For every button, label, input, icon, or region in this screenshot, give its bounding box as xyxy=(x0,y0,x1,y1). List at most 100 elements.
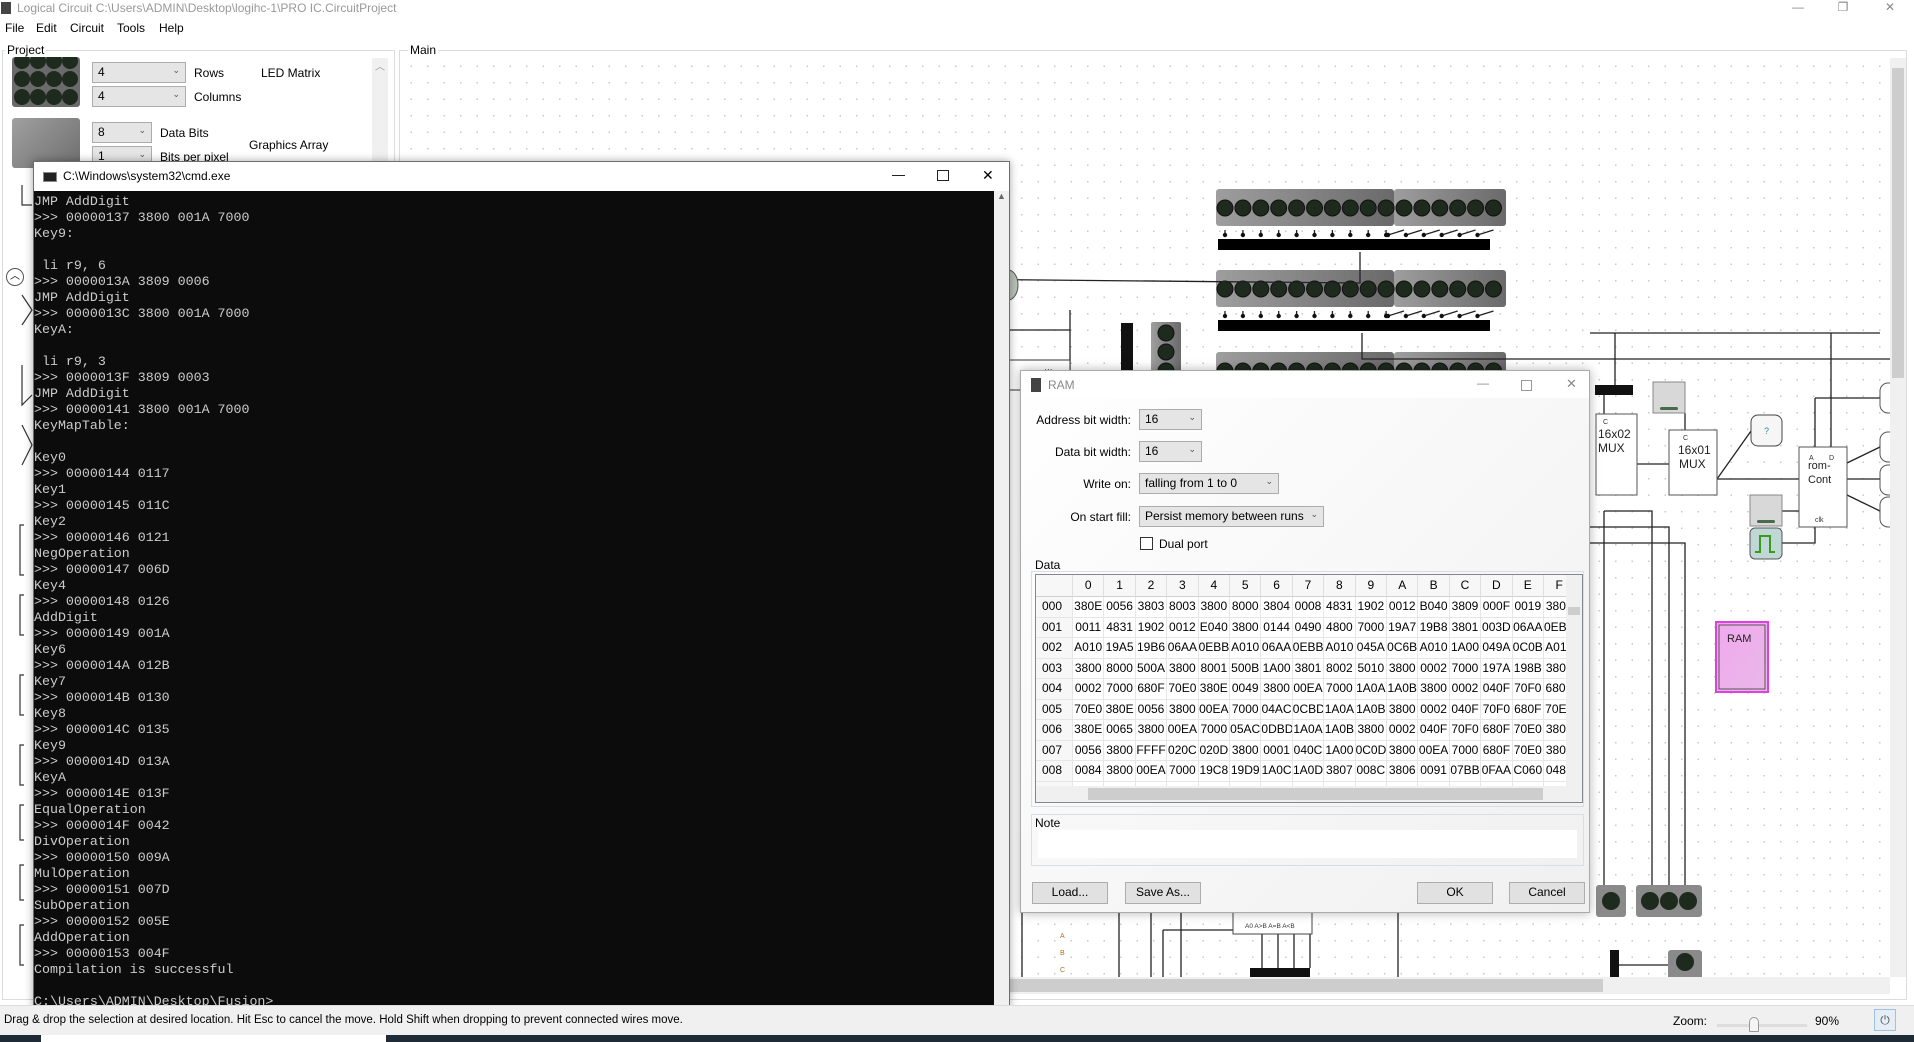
memory-cell[interactable]: 1A0A xyxy=(1355,679,1387,700)
memory-cell[interactable]: 00EA xyxy=(1198,699,1230,720)
memory-cell[interactable]: 8000 xyxy=(1104,658,1136,679)
menu-circuit[interactable]: Circuit xyxy=(70,21,104,35)
memory-cell[interactable]: 680F xyxy=(1481,720,1513,741)
memory-cell[interactable]: 4800 xyxy=(1324,617,1356,638)
memory-cell[interactable]: 70E0 xyxy=(1167,679,1199,700)
memory-cell[interactable]: 7000 xyxy=(1198,720,1230,741)
memory-cell[interactable]: 680F xyxy=(1481,740,1513,761)
menu-file[interactable]: File xyxy=(5,21,24,35)
memory-cell[interactable]: 70E0 xyxy=(1073,699,1105,720)
memory-cell[interactable]: 0012 xyxy=(1387,597,1419,618)
memory-cell[interactable]: 0001 xyxy=(1261,740,1293,761)
table-vertical-scrollbar[interactable] xyxy=(1566,575,1582,786)
load-button[interactable]: Load... xyxy=(1032,882,1108,904)
memory-cell[interactable]: 0056 xyxy=(1135,699,1168,720)
memory-cell[interactable]: 8002 xyxy=(1324,658,1356,679)
memory-cell[interactable]: 3800 xyxy=(1418,679,1450,700)
ok-button[interactable]: OK xyxy=(1417,882,1493,904)
table-horizontal-scrollbar[interactable] xyxy=(1036,786,1582,802)
memory-cell[interactable]: 0019 xyxy=(1512,597,1544,618)
memory-table[interactable]: 0 1 2 3 4 5 6 7 8 9 A B C D E F 000 380E 0056 3803 8003 3800 8… xyxy=(1035,574,1583,803)
memory-cell[interactable]: 040C xyxy=(1292,740,1325,761)
memory-cell[interactable]: 00EA xyxy=(1135,761,1168,782)
memory-cell[interactable]: 380E xyxy=(1073,720,1105,741)
memory-cell[interactable]: 3800 xyxy=(1387,699,1419,720)
memory-cell[interactable]: 70F0 xyxy=(1512,679,1544,700)
memory-cell[interactable]: 1A00 xyxy=(1449,638,1482,659)
memory-cell[interactable]: 0002 xyxy=(1387,720,1419,741)
memory-cell[interactable]: 3801 xyxy=(1292,658,1325,679)
memory-cell[interactable]: 3809 xyxy=(1449,597,1482,618)
memory-cell[interactable]: 3800 xyxy=(1387,740,1419,761)
on-start-fill-select[interactable]: Persist memory between runs ⌄ xyxy=(1139,506,1324,527)
cancel-button[interactable]: Cancel xyxy=(1509,882,1585,904)
memory-cell[interactable]: 7000 xyxy=(1449,740,1482,761)
close-button[interactable]: ✕ xyxy=(1875,0,1905,16)
memory-cell[interactable]: 003D xyxy=(1481,617,1513,638)
memory-cell[interactable]: 70F0 xyxy=(1449,720,1482,741)
memory-cell[interactable]: 3800 xyxy=(1261,679,1293,700)
ram-maximize-button[interactable] xyxy=(1521,380,1532,391)
rows-select[interactable]: 4 ⌄ xyxy=(92,62,186,83)
memory-cell[interactable]: 19B8 xyxy=(1418,617,1450,638)
memory-cell[interactable]: 0C0B xyxy=(1512,638,1544,659)
memory-cell[interactable]: 07BB xyxy=(1449,761,1482,782)
memory-cell[interactable]: 198B xyxy=(1512,658,1544,679)
memory-cell[interactable]: 7000 xyxy=(1230,699,1262,720)
memory-cell[interactable]: 040F xyxy=(1481,679,1513,700)
note-input[interactable] xyxy=(1038,830,1577,858)
memory-cell[interactable]: 020C xyxy=(1167,740,1199,761)
memory-cell[interactable]: 3800 xyxy=(1230,740,1262,761)
memory-cell[interactable]: 1A00 xyxy=(1324,740,1356,761)
memory-cell[interactable]: 0012 xyxy=(1167,617,1199,638)
memory-cell[interactable]: 06AA xyxy=(1261,638,1293,659)
memory-cell[interactable]: 045A xyxy=(1355,638,1387,659)
dual-port-checkbox[interactable] xyxy=(1140,537,1153,550)
memory-cell[interactable]: 049A xyxy=(1481,638,1513,659)
memory-cell[interactable]: 040F xyxy=(1418,720,1450,741)
memory-cell[interactable]: 0FAA xyxy=(1481,761,1513,782)
memory-cell[interactable]: 0DBD xyxy=(1261,720,1293,741)
memory-cell[interactable]: 0049 xyxy=(1230,679,1262,700)
menu-tools[interactable]: Tools xyxy=(117,21,145,35)
memory-cell[interactable]: 70E0 xyxy=(1512,720,1544,741)
memory-cell[interactable]: 0065 xyxy=(1104,720,1136,741)
memory-cell[interactable]: 3803 xyxy=(1135,597,1168,618)
memory-cell[interactable]: 020D xyxy=(1198,740,1230,761)
memory-cell[interactable]: 70E0 xyxy=(1512,740,1544,761)
memory-cell[interactable]: 1A0D xyxy=(1292,761,1325,782)
memory-cell[interactable]: 7000 xyxy=(1355,617,1387,638)
memory-cell[interactable]: 3800 xyxy=(1073,658,1105,679)
memory-cell[interactable]: 1A0C xyxy=(1261,761,1293,782)
memory-cell[interactable]: 06AA xyxy=(1512,617,1544,638)
memory-cell[interactable]: 008C xyxy=(1355,761,1387,782)
memory-cell[interactable]: 0490 xyxy=(1292,617,1325,638)
memory-cell[interactable]: A010 xyxy=(1073,638,1105,659)
memory-cell[interactable]: 3800 xyxy=(1135,720,1168,741)
menu-edit[interactable]: Edit xyxy=(36,21,57,35)
memory-cell[interactable]: 3801 xyxy=(1449,617,1482,638)
memory-cell[interactable]: 0EBB xyxy=(1292,638,1325,659)
save-as-button[interactable]: Save As... xyxy=(1125,882,1201,904)
memory-cell[interactable]: 5010 xyxy=(1355,658,1387,679)
memory-cell[interactable]: 4831 xyxy=(1324,597,1356,618)
write-on-select[interactable]: falling from 1 to 0 ⌄ xyxy=(1139,473,1279,494)
memory-cell[interactable]: 05AC xyxy=(1230,720,1262,741)
canvas-vertical-scrollbar[interactable] xyxy=(1890,58,1906,977)
memory-cell[interactable]: 000F xyxy=(1481,597,1513,618)
cmd-scrollbar[interactable]: ▲ xyxy=(994,191,1009,1007)
memory-cell[interactable]: 7000 xyxy=(1324,679,1356,700)
restore-button[interactable]: ❐ xyxy=(1828,0,1858,16)
memory-cell[interactable]: 0144 xyxy=(1261,617,1293,638)
memory-cell[interactable]: 0002 xyxy=(1418,699,1450,720)
memory-cell[interactable]: 380E xyxy=(1104,699,1136,720)
memory-cell[interactable]: A010 xyxy=(1418,638,1450,659)
minimize-button[interactable]: — xyxy=(1783,0,1813,16)
columns-select[interactable]: 4 ⌄ xyxy=(92,86,186,107)
memory-cell[interactable]: 1A0B xyxy=(1387,679,1419,700)
memory-cell[interactable]: E040 xyxy=(1198,617,1230,638)
memory-cell[interactable]: FFFF xyxy=(1135,740,1168,761)
data-bits-select[interactable]: 8 ⌄ xyxy=(92,122,152,143)
cmd-output[interactable]: JMP AddDigit >>> 00000137 3800 001A 7000 K… xyxy=(34,191,994,1007)
memory-cell[interactable]: 1A0A xyxy=(1292,720,1325,741)
